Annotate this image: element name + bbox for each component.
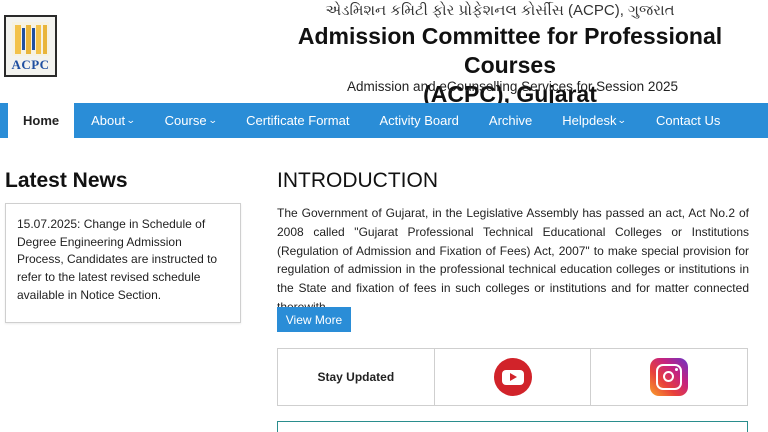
main-nav: Home About ⌄ Course ⌄ Certificate Format… xyxy=(0,103,768,138)
introduction-text: The Government of Gujarat, in the Legisl… xyxy=(277,206,749,314)
nav-home-label: Home xyxy=(23,113,60,128)
next-section-box xyxy=(277,421,748,432)
nav-certificate-format[interactable]: Certificate Format xyxy=(231,103,364,138)
acpc-logo[interactable]: ACPC xyxy=(4,15,57,77)
logo-pillars-graphic xyxy=(12,22,49,56)
instagram-camera-shape xyxy=(656,364,683,390)
latest-news-heading: Latest News xyxy=(5,169,128,192)
nav-about[interactable]: About ⌄ xyxy=(76,103,150,138)
chevron-down-icon: ⌄ xyxy=(617,115,628,125)
instagram-cell xyxy=(591,349,747,405)
instagram-icon[interactable] xyxy=(650,358,689,396)
nav-home[interactable]: Home xyxy=(8,103,75,138)
stay-updated-label: Stay Updated xyxy=(317,370,395,384)
gujarati-title: એડમિશન કમિટી ફોર પ્રોફેશનલ કોર્સીસ (ACPC… xyxy=(325,2,675,19)
nav-archive-label: Archive xyxy=(488,113,533,128)
youtube-play-shape xyxy=(501,369,524,385)
nav-archive[interactable]: Archive xyxy=(474,103,547,138)
site-header: ACPC એડમિશન કમિટી ફોર પ્રોફેશનલ કોર્સીસ … xyxy=(0,0,768,107)
nav-about-label: About xyxy=(91,113,126,128)
social-box: Stay Updated xyxy=(277,348,748,406)
youtube-cell xyxy=(435,349,592,405)
nav-helpdesk-label: Helpdesk xyxy=(562,113,617,128)
site-subtitle: Admission and eCounselling Services for … xyxy=(347,79,678,94)
nav-activity-board-label: Activity Board xyxy=(379,113,459,128)
nav-course-label: Course xyxy=(164,113,207,128)
nav-contact-us-label: Contact Us xyxy=(656,113,721,128)
latest-news-box: 15.07.2025: Change in Schedule of Degree… xyxy=(5,203,241,323)
nav-course[interactable]: Course ⌄ xyxy=(150,103,231,138)
logo-text: ACPC xyxy=(11,57,50,72)
chevron-down-icon: ⌄ xyxy=(125,115,136,125)
view-more-button[interactable]: View More xyxy=(277,307,351,332)
chevron-down-icon: ⌄ xyxy=(207,115,218,125)
nav-contact-us[interactable]: Contact Us xyxy=(641,103,735,138)
nav-certificate-format-label: Certificate Format xyxy=(246,113,350,128)
introduction-heading: INTRODUCTION xyxy=(277,169,438,192)
site-title: Admission Committee for Professional Cou… xyxy=(250,22,768,109)
nav-activity-board[interactable]: Activity Board xyxy=(364,103,473,138)
news-item[interactable]: 15.07.2025: Change in Schedule of Degree… xyxy=(17,216,229,305)
site-title-line1: Admission Committee for Professional Cou… xyxy=(297,23,723,78)
nav-helpdesk[interactable]: Helpdesk ⌄ xyxy=(547,103,641,138)
youtube-icon[interactable] xyxy=(493,358,532,396)
stay-updated-cell: Stay Updated xyxy=(278,349,435,405)
